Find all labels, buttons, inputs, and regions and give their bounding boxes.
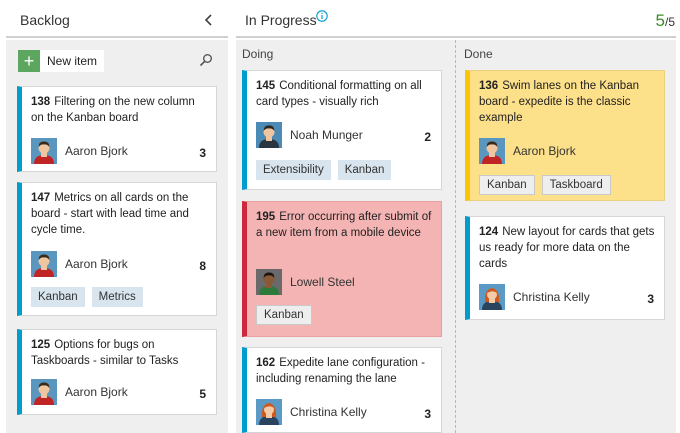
assignee-name: Aaron Bjork [65, 385, 128, 399]
avatar [256, 269, 282, 295]
card-id: 138 [31, 96, 51, 108]
tag[interactable]: Kanban [337, 160, 392, 180]
in-progress-header: In Progress 5/5 [236, 0, 676, 38]
card-138[interactable]: 138 Filtering on the new column on the Ka… [17, 86, 217, 172]
done-header: Done [464, 47, 493, 61]
card-title-text: Expedite lane configuration - including … [256, 357, 425, 385]
card-tags: Kanban Taskboard [479, 175, 611, 195]
backlog-title: Backlog [20, 12, 70, 28]
card-estimate: 5 [199, 387, 206, 401]
wip-limit-indicator: 5/5 [656, 11, 675, 31]
card-title: 125 Options for bugs on Taskboards - simi… [31, 337, 208, 369]
assignee-name: Aaron Bjork [65, 144, 128, 158]
assignee-name: Lowell Steel [290, 275, 355, 289]
card-id: 136 [479, 80, 499, 92]
column-divider [455, 40, 456, 433]
card-title: 195 Error occurring after submit of a new… [256, 209, 433, 241]
card-title-text: Conditional formatting on all card types… [256, 80, 422, 108]
in-progress-title: In Progress [245, 12, 317, 28]
card-title-text: Filtering on the new column on the Kanba… [31, 96, 195, 124]
card-title: 124 New layout for cards that gets us rea… [479, 224, 656, 272]
card-162[interactable]: 162 Expedite lane configuration - includi… [242, 347, 442, 433]
assignee: Christina Kelly [479, 284, 590, 310]
card-tags: Extensibility Kanban [256, 160, 392, 180]
backlog-column: + New item 138 Filtering on the new colum… [6, 40, 228, 433]
card-145[interactable]: 145 Conditional formatting on all card ty… [242, 70, 442, 190]
in-progress-column: Doing Done 145 Conditional formatting on … [236, 40, 676, 433]
card-title-text: Options for bugs on Taskboards - similar… [31, 339, 179, 367]
wip-limit: /5 [664, 15, 675, 29]
avatar [31, 251, 57, 277]
assignee: Aaron Bjork [479, 138, 576, 164]
tag[interactable]: Kanban [31, 287, 85, 307]
card-id: 147 [31, 192, 51, 204]
assignee: Aaron Bjork [31, 379, 128, 405]
assignee: Christina Kelly [256, 399, 367, 425]
tag[interactable]: Taskboard [541, 175, 611, 195]
avatar [256, 399, 282, 425]
backlog-header: Backlog [6, 0, 228, 38]
info-icon[interactable] [316, 9, 328, 22]
assignee-name: Noah Munger [290, 128, 363, 142]
tag[interactable]: Kanban [479, 175, 535, 195]
card-136[interactable]: 136 Swim lanes on the Kanban board - expe… [465, 70, 665, 201]
card-estimate: 2 [424, 130, 431, 144]
card-id: 125 [31, 339, 51, 351]
card-estimate: 3 [647, 292, 654, 306]
new-item-button[interactable]: + New item [18, 50, 104, 72]
card-124[interactable]: 124 New layout for cards that gets us rea… [465, 216, 665, 320]
card-tags: Kanban [256, 305, 312, 325]
doing-header: Doing [242, 47, 274, 61]
card-title: 145 Conditional formatting on all card ty… [256, 78, 433, 110]
new-item-label: New item [47, 54, 98, 68]
tag[interactable]: Extensibility [256, 160, 331, 180]
card-title-text: Metrics on all cards on the board - star… [31, 192, 189, 236]
avatar [31, 379, 57, 405]
card-title: 138 Filtering on the new column on the Ka… [31, 94, 208, 126]
avatar [256, 122, 282, 148]
card-title: 147 Metrics on all cards on the board - s… [31, 190, 208, 238]
assignee-name: Aaron Bjork [513, 144, 576, 158]
card-id: 162 [256, 357, 276, 369]
assignee: Aaron Bjork [31, 138, 128, 164]
card-id: 124 [479, 226, 499, 238]
card-195[interactable]: 195 Error occurring after submit of a new… [242, 201, 442, 337]
card-estimate: 3 [424, 407, 431, 421]
assignee: Noah Munger [256, 122, 363, 148]
avatar [479, 284, 505, 310]
plus-icon: + [18, 50, 40, 72]
tag[interactable]: Metrics [91, 287, 143, 307]
card-title-text: Swim lanes on the Kanban board - expedit… [479, 80, 639, 124]
card-147[interactable]: 147 Metrics on all cards on the board - s… [17, 182, 217, 316]
avatar [479, 138, 505, 164]
card-title-text: Error occurring after submit of a new it… [256, 211, 432, 239]
assignee: Lowell Steel [256, 269, 355, 295]
card-id: 195 [256, 211, 276, 223]
assignee-name: Christina Kelly [290, 405, 367, 419]
card-125[interactable]: 125 Options for bugs on Taskboards - simi… [17, 329, 217, 415]
card-id: 145 [256, 80, 276, 92]
card-title: 136 Swim lanes on the Kanban board - expe… [479, 78, 656, 126]
card-estimate: 8 [199, 259, 206, 273]
avatar [31, 138, 57, 164]
card-estimate: 3 [199, 146, 206, 160]
card-title-text: New layout for cards that gets us ready … [479, 226, 655, 270]
tag[interactable]: Kanban [256, 305, 312, 325]
card-title: 162 Expedite lane configuration - includi… [256, 355, 433, 387]
assignee-name: Christina Kelly [513, 290, 590, 304]
assignee-name: Aaron Bjork [65, 257, 128, 271]
search-icon[interactable] [199, 53, 213, 67]
chevron-left-icon[interactable] [202, 12, 216, 28]
wip-count: 5 [655, 11, 665, 30]
card-tags: Kanban Metrics [31, 287, 143, 307]
assignee: Aaron Bjork [31, 251, 128, 277]
